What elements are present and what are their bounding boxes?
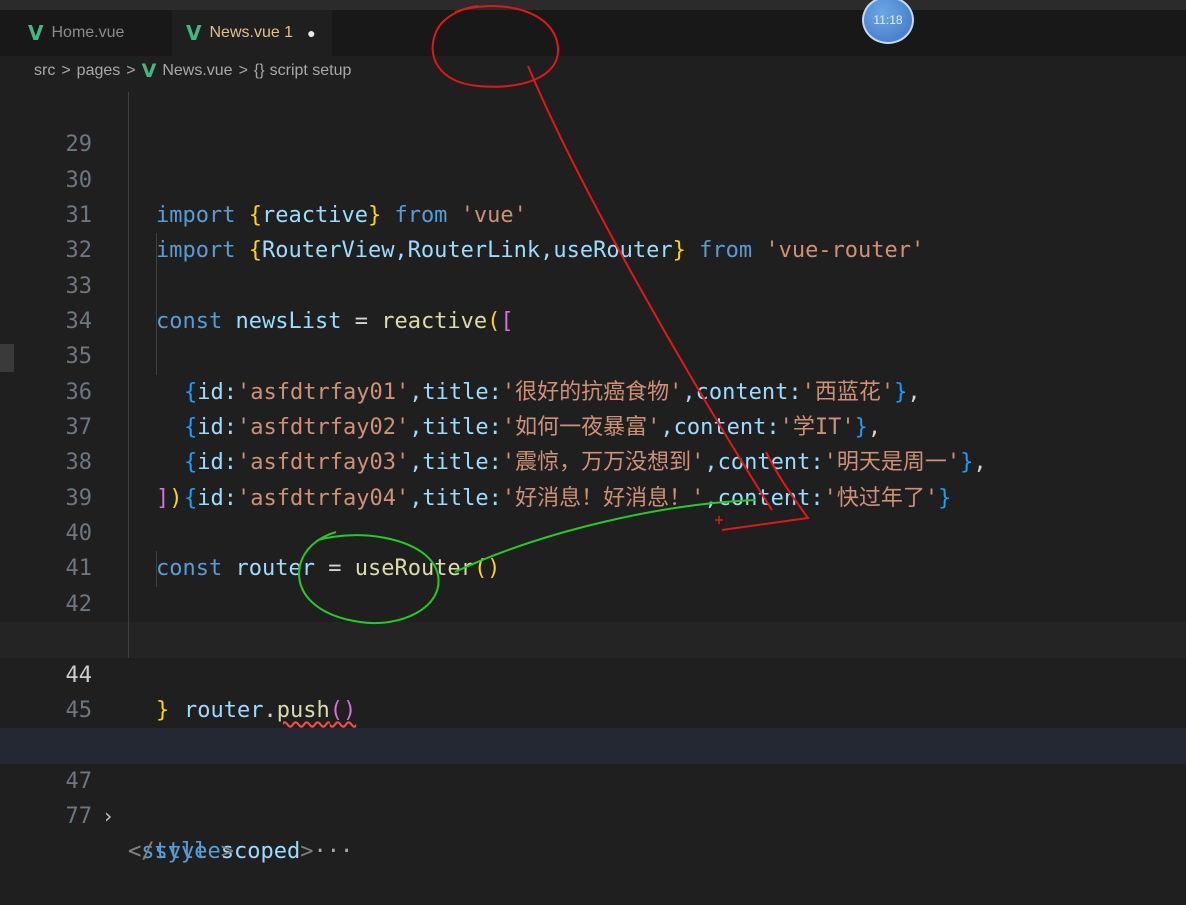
indent-guide [156, 233, 157, 269]
breadcrumb-symbol[interactable]: script setup [270, 62, 352, 80]
tab-news-vue[interactable]: V News.vue 1 ● [172, 10, 332, 56]
code-line[interactable]: 42 router.push() [0, 551, 1186, 723]
indent-guide [156, 304, 157, 340]
indent-guide [128, 198, 129, 234]
fold-chevron-icon[interactable]: › [102, 799, 114, 834]
breadcrumb-separator: > [61, 62, 71, 79]
indent-guide [128, 551, 129, 587]
indent-guide [128, 622, 129, 658]
tab-home-vue[interactable]: V Home.vue [14, 10, 170, 56]
breadcrumb-file[interactable]: News.vue [162, 62, 232, 80]
code-line[interactable]: 30 import {RouterView,RouterLink,useRout… [0, 127, 1186, 263]
code-line-active[interactable]: 44 [0, 622, 1186, 688]
indent-guide [128, 268, 129, 305]
code-line[interactable]: 43 } [0, 586, 1186, 723]
braces-icon: {} [253, 62, 265, 79]
breadcrumb: src > pages > V News.vue > {} script set… [0, 56, 1186, 86]
indent-guide [156, 339, 157, 375]
folded-ellipsis[interactable]: ··· [313, 839, 353, 864]
code-editor[interactable]: 29 import {reactive} from 'vue' 30 impor… [0, 92, 1186, 864]
indent-guide [128, 233, 129, 269]
vue-file-icon: V [28, 21, 44, 45]
code-line[interactable]: 33 {id:'asfdtrfay01',title:'很好的抗癌食物',con… [0, 233, 1186, 405]
indent-guide [128, 516, 129, 552]
code-line[interactable]: 36 {id:'asfdtrfay04',title:'好消息！好消息！',co… [0, 339, 1186, 511]
indent-guide [128, 480, 129, 517]
code-line[interactable]: 45 </script> [0, 658, 1186, 758]
line-number: 77 [65, 803, 93, 829]
tab-label: News.vue 1 [209, 24, 294, 41]
code-line[interactable]: 46 [0, 693, 1186, 758]
indent-guide [128, 127, 129, 163]
code-line[interactable]: 39 const router = useRouter() [0, 445, 1186, 581]
code-line-folded[interactable]: 47 › <style scoped>··· [0, 728, 1186, 864]
indent-guide [128, 162, 129, 199]
vue-file-icon: V [141, 60, 157, 82]
breadcrumb-pages[interactable]: pages [77, 62, 121, 80]
code-line[interactable]: 29 import {reactive} from 'vue' [0, 92, 1186, 228]
indent-guide [128, 445, 129, 481]
breadcrumb-separator: > [126, 62, 136, 79]
vue-file-icon: V [186, 21, 202, 45]
indent-guide [156, 551, 157, 587]
code-line[interactable]: 35 {id:'asfdtrfay03',title:'震惊，万万没想到',co… [0, 304, 1186, 475]
tab-label: Home.vue [51, 24, 125, 41]
code-line[interactable]: 41 function showNewsDetail(){ [0, 516, 1186, 652]
indent-guide [128, 374, 129, 411]
indent-guide [128, 586, 129, 623]
breadcrumb-separator: > [238, 62, 248, 79]
indent-guide [128, 92, 129, 128]
indent-guide [128, 304, 129, 340]
code-line[interactable]: 32 const newsList = reactive([ [0, 198, 1186, 334]
indent-guide [156, 268, 157, 305]
code-line[interactable]: 37 ]) [0, 374, 1186, 511]
code-line[interactable]: 40 [0, 480, 1186, 546]
code-line[interactable]: 31 [0, 162, 1186, 228]
indent-guide [128, 410, 129, 446]
indent-guide [128, 339, 129, 375]
unsaved-dot-icon[interactable]: ● [307, 25, 315, 41]
code-line[interactable]: 38 [0, 410, 1186, 475]
line-content: </style> [128, 839, 234, 865]
breadcrumb-src[interactable]: src [34, 62, 55, 80]
code-line[interactable]: 34 {id:'asfdtrfay02',title:'如何一夜暴富',cont… [0, 268, 1186, 440]
code-line[interactable]: 77 </style> [0, 764, 1186, 864]
window-top-strip [0, 0, 1186, 10]
